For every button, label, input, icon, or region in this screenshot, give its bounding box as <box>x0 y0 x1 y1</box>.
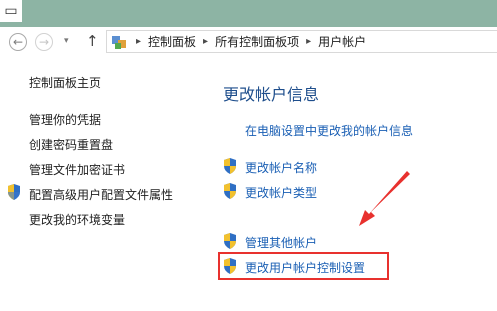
sidebar-item-advanced-profile-properties[interactable]: 配置高级用户配置文件属性 <box>29 186 173 203</box>
breadcrumb[interactable]: ▸ 控制面板 ▸ 所有控制面板项 ▸ 用户帐户 <box>106 30 497 53</box>
breadcrumb-all-items[interactable]: 所有控制面板项 <box>215 33 299 50</box>
breadcrumb-separator-icon[interactable]: ▸ <box>203 36 208 47</box>
uac-shield-icon <box>224 158 236 174</box>
sidebar-item-environment-variables[interactable]: 更改我的环境变量 <box>29 211 125 228</box>
control-panel-icon <box>111 34 129 50</box>
breadcrumb-separator-icon[interactable]: ▸ <box>306 36 311 47</box>
annotation-arrow-icon <box>359 171 410 226</box>
address-bar: ← → ▾ ↑ ▸ 控制面板 ▸ 所有控制面板项 ▸ 用户帐户 <box>0 27 497 57</box>
sidebar-item-manage-credentials[interactable]: 管理你的凭据 <box>29 111 101 128</box>
window-control-icon[interactable]: ▭ <box>0 0 22 22</box>
uac-shield-icon <box>224 233 236 249</box>
link-change-account-name[interactable]: 更改帐户名称 <box>245 159 317 176</box>
breadcrumb-user-accounts[interactable]: 用户帐户 <box>318 33 366 50</box>
page-title: 更改帐户信息 <box>223 85 320 104</box>
recent-pages-dropdown-icon[interactable]: ▾ <box>64 36 69 46</box>
window-titlebar: ▭ <box>0 0 497 27</box>
back-button[interactable]: ← <box>9 33 27 51</box>
forward-button[interactable]: → <box>35 33 53 51</box>
uac-shield-icon <box>8 184 20 200</box>
breadcrumb-control-panel[interactable]: 控制面板 <box>148 33 196 50</box>
link-pc-settings-account-info[interactable]: 在电脑设置中更改我的帐户信息 <box>245 122 413 139</box>
link-change-account-type[interactable]: 更改帐户类型 <box>245 184 317 201</box>
sidebar-item-control-panel-home[interactable]: 控制面板主页 <box>29 74 101 91</box>
uac-shield-icon <box>224 183 236 199</box>
sidebar-item-file-encryption-cert[interactable]: 管理文件加密证书 <box>29 161 125 178</box>
annotation-highlight-box <box>218 252 389 280</box>
breadcrumb-separator-icon[interactable]: ▸ <box>136 36 141 47</box>
sidebar-item-password-reset-disk[interactable]: 创建密码重置盘 <box>29 136 113 153</box>
up-button[interactable]: ↑ <box>86 32 99 50</box>
link-manage-other-accounts[interactable]: 管理其他帐户 <box>245 234 317 251</box>
